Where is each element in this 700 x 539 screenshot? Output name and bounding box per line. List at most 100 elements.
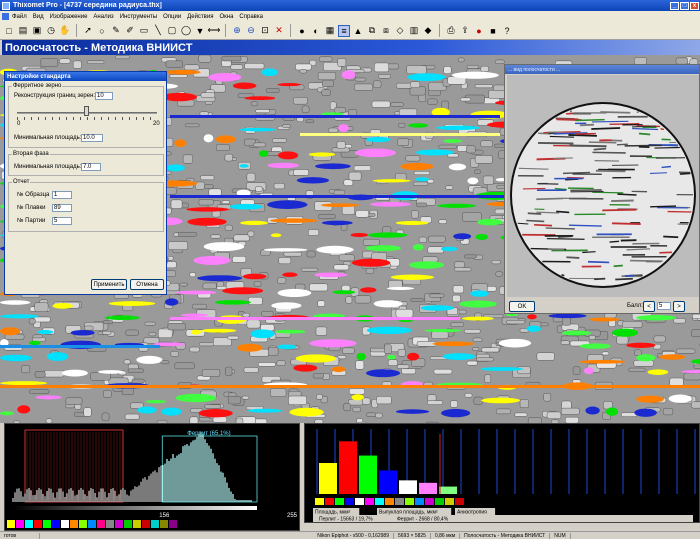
split-icon[interactable]: ⧈ (380, 25, 392, 37)
pen-icon[interactable]: ✐ (124, 25, 136, 37)
merge-icon[interactable]: ⧉ (366, 25, 378, 37)
palette-swatch[interactable] (375, 498, 384, 505)
palette-swatch[interactable] (385, 498, 394, 505)
rect-icon[interactable]: ▢ (166, 25, 178, 37)
timer-icon[interactable]: ◷ (45, 25, 57, 37)
heat-input[interactable]: 89 (52, 204, 72, 212)
sample-input[interactable]: 1 (52, 191, 72, 199)
menu-options[interactable]: Опции (163, 14, 181, 20)
cancel-button[interactable]: Отмена (130, 279, 164, 290)
palette-swatch[interactable] (435, 498, 444, 505)
fill-icon[interactable]: ▼ (194, 25, 206, 37)
phase-bar[interactable] (379, 470, 397, 494)
zoom-out-icon[interactable]: ⊖ (245, 25, 257, 37)
ellipse-icon[interactable]: ◯ (180, 25, 192, 37)
preview-ok-button[interactable]: OK (509, 301, 535, 312)
zoom-in-icon[interactable]: ⊕ (231, 25, 243, 37)
menu-analysis[interactable]: Анализ (93, 14, 113, 20)
brightness-histogram[interactable]: Феррит (65,1%) 156 255 (4, 423, 300, 531)
circle-icon[interactable]: ○ (96, 25, 108, 37)
min-area-input[interactable]: 10.0 (81, 134, 103, 142)
palette-swatch[interactable] (25, 520, 33, 528)
palette-swatch[interactable] (335, 498, 344, 505)
palette-swatch[interactable] (88, 520, 96, 528)
palette-swatch[interactable] (455, 498, 464, 505)
palette-swatch[interactable] (79, 520, 87, 528)
save-icon[interactable]: ▣ (31, 25, 43, 37)
palette-icon[interactable]: ◆ (422, 25, 434, 37)
reconstruct-input[interactable]: 10 (95, 92, 113, 100)
hand-icon[interactable]: ✋ (59, 25, 71, 37)
menu-windows[interactable]: Окна (219, 14, 233, 20)
maximize-button[interactable]: □ (680, 1, 689, 10)
menu-file[interactable]: Файл (12, 14, 27, 20)
reconstruct-slider-thumb[interactable] (84, 106, 89, 116)
line-icon[interactable]: ╲ (152, 25, 164, 37)
new-icon[interactable]: □ (3, 25, 15, 37)
brush-icon[interactable]: ✎ (110, 25, 122, 37)
next-button[interactable]: > (673, 301, 685, 312)
circular-preview[interactable] (507, 75, 699, 297)
menu-image[interactable]: Изображение (50, 14, 88, 20)
palette-swatch[interactable] (315, 498, 324, 505)
palette-swatch[interactable] (7, 520, 15, 528)
stripe-icon[interactable]: ≡ (338, 24, 350, 37)
threshold-icon[interactable]: ◐ (310, 25, 322, 37)
prev-button[interactable]: < (643, 301, 655, 312)
palette-swatch[interactable] (345, 498, 354, 505)
apply-button[interactable]: Применить (91, 279, 127, 290)
palette-swatch[interactable] (43, 520, 51, 528)
palette-swatch[interactable] (355, 498, 364, 505)
stop-icon[interactable]: ■ (487, 25, 499, 37)
measure-icon[interactable]: ⟷ (208, 25, 221, 37)
grid-icon[interactable]: ▦ (324, 25, 336, 37)
phase-bar[interactable] (439, 486, 457, 494)
palette-swatch[interactable] (70, 520, 78, 528)
color-icon[interactable]: ● (296, 25, 308, 37)
palette-swatch[interactable] (97, 520, 105, 528)
phase-bar[interactable] (339, 441, 357, 494)
palette-swatch[interactable] (16, 520, 24, 528)
menu-help[interactable]: Справка (239, 14, 263, 20)
palette-swatch[interactable] (395, 498, 404, 505)
palette-swatch[interactable] (52, 520, 60, 528)
eraser-icon[interactable]: ▭ (138, 25, 150, 37)
palette-swatch[interactable] (151, 520, 159, 528)
palette-swatch[interactable] (160, 520, 168, 528)
palette-swatch[interactable] (124, 520, 132, 528)
batch-input[interactable]: 5 (52, 217, 72, 225)
palette-swatch[interactable] (425, 498, 434, 505)
palette-swatch[interactable] (365, 498, 374, 505)
document-icon[interactable] (2, 13, 9, 20)
palette-swatch[interactable] (34, 520, 42, 528)
palette-swatch[interactable] (115, 520, 123, 528)
contour-icon[interactable]: ◇ (394, 25, 406, 37)
palette-swatch[interactable] (133, 520, 141, 528)
palette-swatch[interactable] (325, 498, 334, 505)
export-icon[interactable]: ⇪ (459, 25, 471, 37)
phase-bar[interactable] (359, 455, 377, 494)
delete-icon[interactable]: ✕ (273, 25, 285, 37)
palette-swatch[interactable] (142, 520, 150, 528)
palette-swatch[interactable] (61, 520, 69, 528)
record-icon[interactable]: ● (473, 25, 485, 37)
open-icon[interactable]: ▤ (17, 25, 29, 37)
palette-swatch[interactable] (405, 498, 414, 505)
layer-icon[interactable]: ▥ (408, 25, 420, 37)
grade-input[interactable]: 5 (657, 302, 671, 310)
phase-bar[interactable] (419, 482, 437, 494)
close-button[interactable]: x (690, 1, 699, 10)
pointer-icon[interactable]: ➚ (82, 25, 94, 37)
palette-swatch[interactable] (415, 498, 424, 505)
phase-bar[interactable] (319, 463, 337, 494)
sample-icon[interactable]: ▲ (352, 25, 364, 37)
menu-tools[interactable]: Инструменты (120, 14, 157, 20)
palette-swatch[interactable] (106, 520, 114, 528)
print-icon[interactable]: ⎙ (445, 25, 457, 37)
palette-swatch[interactable] (169, 520, 177, 528)
menu-actions[interactable]: Действия (187, 14, 213, 20)
palette-swatch[interactable] (445, 498, 454, 505)
help-icon[interactable]: ? (501, 25, 513, 37)
zoom-fit-icon[interactable]: ⊡ (259, 25, 271, 37)
phase-bar[interactable] (399, 480, 417, 494)
